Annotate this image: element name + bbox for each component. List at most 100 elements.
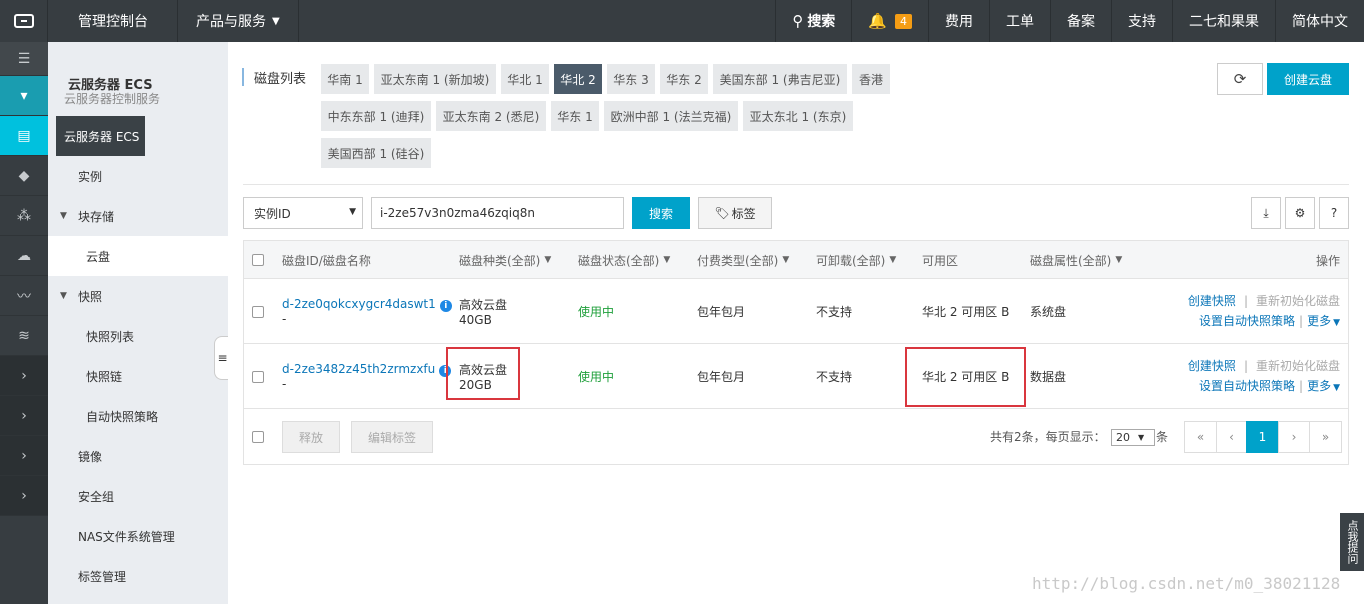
more-menu[interactable]: 更多 (1307, 314, 1331, 328)
caret-down-icon: ▼ (544, 255, 552, 265)
col-disk-type[interactable]: 磁盘种类(全部) ▼ (459, 241, 551, 279)
nav-tickets[interactable]: 工单 (989, 0, 1050, 42)
sidebar-item-snapshot-chain[interactable]: 快照链 (48, 356, 228, 396)
region-chip[interactable]: 亚太东南 1 (新加坡) (374, 64, 496, 94)
select-all-checkbox[interactable] (252, 241, 264, 279)
first-page-button[interactable]: « (1184, 421, 1217, 453)
checkbox[interactable] (252, 254, 264, 266)
sidebar-item-images[interactable]: 镜像 (48, 436, 228, 476)
chevron-right-icon[interactable]: › (0, 396, 48, 436)
sidebar-group-snapshots[interactable]: ▼ 快照 (48, 276, 228, 316)
sidebar-item-snapshot-list[interactable]: 快照列表 (48, 316, 228, 356)
chart-icon[interactable]: 〰 (0, 276, 48, 316)
current-page-button[interactable]: 1 (1246, 421, 1279, 453)
settings-button[interactable]: ⚙ (1285, 197, 1315, 229)
create-disk-button[interactable]: 创建云盘 (1267, 63, 1349, 95)
menu-icon[interactable]: ☰ (0, 42, 48, 76)
dashboard-icon[interactable]: ◆ (0, 156, 48, 196)
server-icon[interactable]: ▤ (0, 116, 48, 156)
aliyun-logo[interactable] (0, 0, 48, 42)
tag-filter-button[interactable]: 🏷 标签 (698, 197, 772, 229)
search-input[interactable]: i-2ze57v3n0zma46zqiq8n (371, 197, 624, 229)
nav-billing[interactable]: 费用 (928, 0, 989, 42)
search-submit-button[interactable]: 搜索 (632, 197, 690, 229)
region-chip[interactable]: 华东 2 (660, 64, 708, 94)
network-icon[interactable]: ⁂ (0, 196, 48, 236)
col-label: 磁盘属性(全部) (1030, 253, 1112, 268)
watermark: http://blog.csdn.net/m0_38021128 (1032, 574, 1341, 593)
nav-support[interactable]: 支持 (1111, 0, 1172, 42)
region-chip[interactable]: 亚太东南 2 (悉尼) (436, 101, 546, 131)
edit-tags-button[interactable]: 编辑标签 (351, 421, 433, 453)
footer-select-all[interactable] (252, 409, 264, 464)
sidebar-item-disks[interactable]: 云盘 (48, 236, 228, 276)
feedback-button[interactable]: 点我提问 (1340, 513, 1364, 571)
col-disk-id: 磁盘ID/磁盘名称 (282, 253, 371, 268)
region-chip[interactable]: 华东 1 (551, 101, 599, 131)
disk-name: - (282, 377, 287, 391)
cloud-icon[interactable]: ☁ (0, 236, 48, 276)
info-icon[interactable]: i (439, 300, 452, 312)
storage-icon[interactable]: ≋ (0, 316, 48, 356)
create-snapshot-link[interactable]: 创建快照 (1188, 294, 1236, 308)
col-billing[interactable]: 付费类型(全部) ▼ (697, 241, 789, 279)
region-chip-active[interactable]: 华北 2 (554, 64, 602, 94)
create-snapshot-link[interactable]: 创建快照 (1188, 359, 1236, 373)
highlight-box-disk-type (446, 347, 520, 400)
products-menu[interactable]: 产品与服务 ▼ (178, 0, 299, 42)
row-checkbox[interactable] (252, 279, 264, 344)
page-size-select[interactable]: 20 ▼ (1111, 429, 1155, 446)
row-checkbox[interactable] (252, 344, 264, 409)
help-button[interactable]: ? (1319, 197, 1349, 229)
checkbox[interactable] (252, 305, 264, 318)
chevron-right-icon[interactable]: › (0, 476, 48, 516)
col-disk-status[interactable]: 磁盘状态(全部) ▼ (578, 241, 670, 279)
col-detachable[interactable]: 可卸载(全部) ▼ (816, 241, 896, 279)
auto-snapshot-policy-link[interactable]: 设置自动快照策略 (1199, 314, 1295, 328)
sidebar-item-nas[interactable]: NAS文件系统管理 (48, 516, 228, 556)
notification-count-badge: 4 (895, 13, 912, 29)
notifications-button[interactable]: 🔔 4 (851, 0, 928, 42)
next-page-button[interactable]: › (1278, 421, 1310, 453)
sidebar-item-security-groups[interactable]: 安全组 (48, 476, 228, 516)
region-chip[interactable]: 华北 1 (501, 64, 549, 94)
collapse-menu-icon[interactable]: ▾ (0, 76, 48, 116)
col-actions: 操作 (1316, 253, 1341, 268)
language-menu[interactable]: 简体中文 (1275, 0, 1364, 42)
region-chip[interactable]: 中东东部 1 (迪拜) (321, 101, 431, 131)
release-button[interactable]: 释放 (282, 421, 340, 453)
region-chip[interactable]: 华南 1 (321, 64, 369, 94)
region-chip[interactable]: 美国西部 1 (硅谷) (321, 138, 431, 168)
sidebar-title: 云服务器 ECS (68, 78, 153, 93)
sidebar-item-tags[interactable]: 标签管理 (48, 556, 228, 596)
export-button[interactable]: ⤓ (1251, 197, 1281, 229)
auto-snapshot-policy-link[interactable]: 设置自动快照策略 (1199, 379, 1295, 393)
search-field-select[interactable]: 实例ID ▼ (243, 197, 363, 229)
disk-id-link[interactable]: d-2ze3482z45th2zrmzxfu (282, 362, 435, 376)
region-chip[interactable]: 美国东部 1 (弗吉尼亚) (713, 64, 847, 94)
sidebar-group-block-storage[interactable]: ▼ 块存储 (48, 196, 228, 236)
prev-page-button[interactable]: ‹ (1216, 421, 1247, 453)
menu-tooltip: 云服务器 ECS (56, 116, 145, 156)
sidebar-item-auto-snapshot-policy[interactable]: 自动快照策略 (48, 396, 228, 436)
op-separator: | (1299, 378, 1304, 393)
chevron-right-icon[interactable]: › (0, 356, 48, 396)
nav-icp[interactable]: 备案 (1050, 0, 1111, 42)
region-chip[interactable]: 华东 3 (607, 64, 655, 94)
console-home-link[interactable]: 管理控制台 (48, 0, 178, 42)
refresh-button[interactable]: ⟳ (1217, 63, 1263, 95)
region-chip[interactable]: 亚太东北 1 (东京) (743, 101, 853, 131)
chevron-right-icon[interactable]: › (0, 436, 48, 476)
region-chip[interactable]: 欧洲中部 1 (法兰克福) (604, 101, 738, 131)
ghost-menu-text: 云服务器控制服务 (64, 92, 161, 106)
last-page-button[interactable]: » (1309, 421, 1342, 453)
region-chip[interactable]: 香港 (852, 64, 890, 94)
sidebar-item-instances[interactable]: 实例 (48, 156, 228, 196)
search-button[interactable]: ⚲ 搜索 (775, 0, 851, 42)
more-menu[interactable]: 更多 (1307, 379, 1331, 393)
disk-id-link[interactable]: d-2ze0qokcxygcr4daswt1 (282, 297, 436, 311)
checkbox[interactable] (252, 370, 264, 383)
user-menu[interactable]: 二七和果果 (1172, 0, 1275, 42)
col-disk-attr[interactable]: 磁盘属性(全部) ▼ (1030, 241, 1122, 279)
checkbox[interactable] (252, 430, 264, 443)
